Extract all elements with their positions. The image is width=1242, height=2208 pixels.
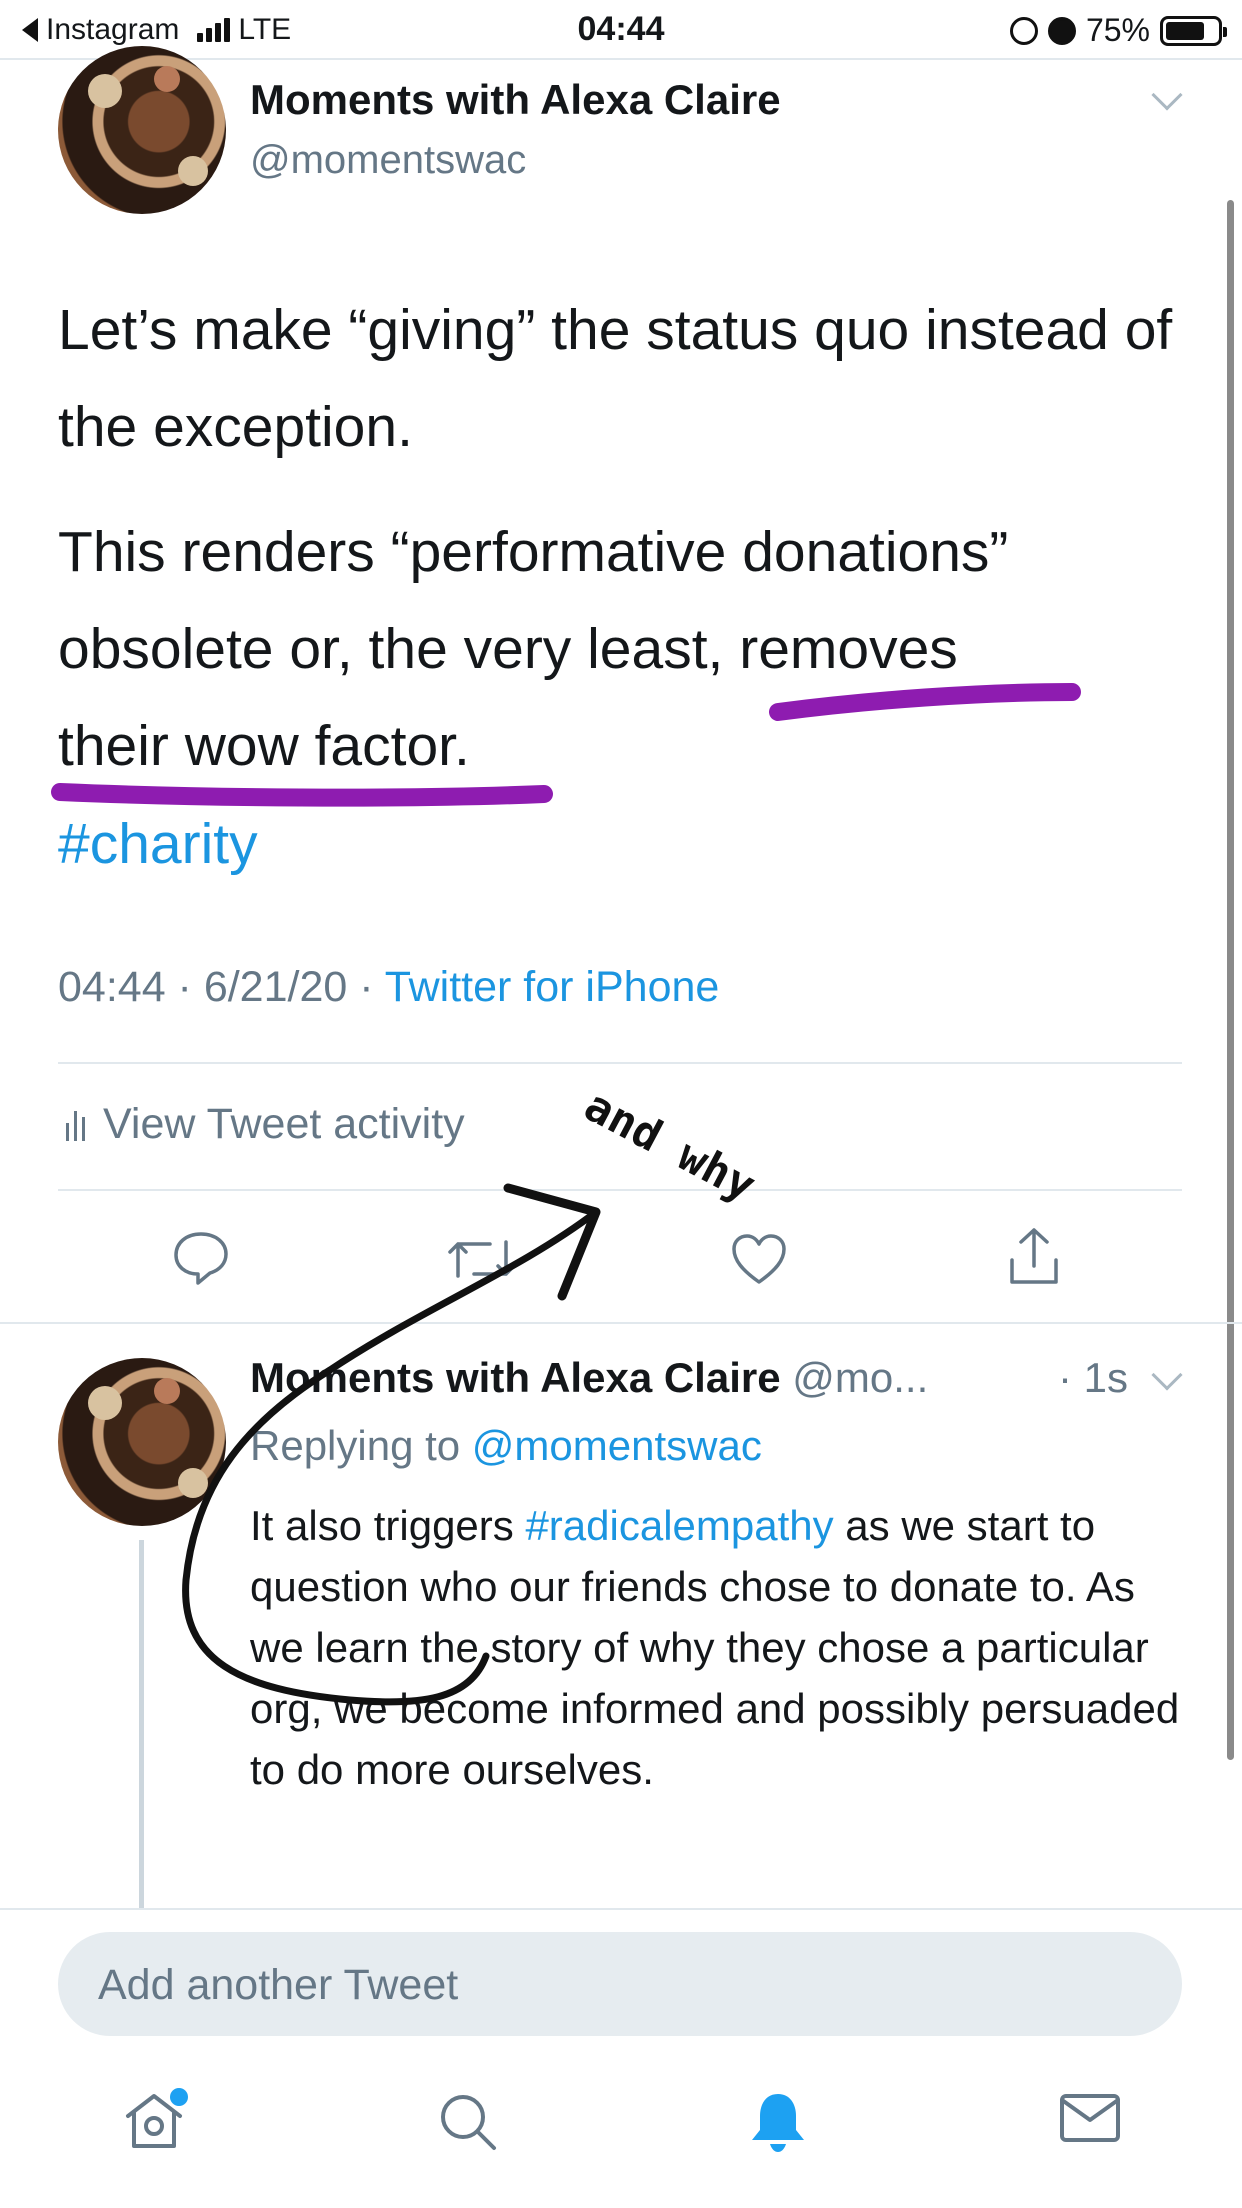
retweet-button[interactable] [446,1234,518,1284]
timestamp-text: 04:44 · 6/21/20 · [58,963,385,1011]
like-button[interactable] [730,1232,788,1286]
heart-icon [732,1234,786,1284]
tweet-separator [0,1322,1242,1324]
tab-messages[interactable] [1058,2090,1122,2151]
share-icon [1010,1228,1058,1284]
tweet-paragraph-2: This renders “performative donations” ob… [58,504,1198,795]
replying-to: Replying to @momentswac [250,1422,762,1470]
reply-text-start: It also triggers [250,1502,526,1549]
bell-icon [752,2094,804,2152]
share-button[interactable] [1006,1226,1062,1288]
arrow-head-icon [503,1183,601,1301]
source-link[interactable]: Twitter for iPhone [385,963,720,1011]
retweet-icon [448,1240,516,1278]
tweet-line: obsolete or, the very least, removes [58,617,958,681]
reply-author[interactable]: Moments with Alexa Claire @mo... [250,1354,928,1402]
hashtag-link[interactable]: #charity [58,796,1198,893]
reply-icon [174,1232,228,1285]
alarm-icon [1047,16,1076,45]
tweet-menu-chevron-icon[interactable] [1151,79,1183,111]
author-handle[interactable]: @momentswac [250,138,526,183]
replying-prefix: Replying to [250,1422,472,1469]
divider [58,1062,1182,1064]
add-another-tweet-input[interactable]: Add another Tweet [58,1932,1182,2036]
search-icon [441,2095,496,2150]
orientation-lock-icon [1009,16,1038,45]
avatar[interactable] [58,46,226,214]
reply-menu-chevron-icon[interactable] [1151,1359,1183,1391]
mail-icon [1060,2094,1120,2142]
reply-body: It also triggers #radicalempathy as we s… [250,1495,1200,1800]
activity-chart-icon [66,1109,85,1141]
thread-connector [139,1540,144,1910]
author-name[interactable]: Moments with Alexa Claire [250,76,781,124]
battery-percent: 75% [1085,12,1150,48]
reply-author-handle: @mo... [792,1354,929,1401]
reply-author-name: Moments with Alexa Claire [250,1354,781,1401]
new-content-dot [170,2088,188,2106]
divider [58,1189,1182,1191]
tab-search[interactable] [436,2090,500,2159]
radicalempathy-hashtag-link[interactable]: #radicalempathy [525,1502,833,1549]
view-tweet-activity-button[interactable]: View Tweet activity [66,1100,465,1149]
tweet-timestamp: 04:44 · 6/21/20 · Twitter for iPhone [58,963,719,1012]
reply-button[interactable] [172,1230,230,1286]
tweet-paragraph-1: Let’s make “giving” the status quo inste… [58,298,1173,459]
scrollbar[interactable] [1227,200,1234,1760]
tweet-line: their wow factor. [58,714,470,778]
avatar[interactable] [58,1358,226,1526]
battery-icon [1160,15,1227,46]
replying-to-handle-link[interactable]: @momentswac [472,1422,762,1469]
handwritten-note: and why [576,1080,764,1213]
tweet-line: This renders “performative donations” [58,520,1009,584]
activity-label: View Tweet activity [103,1100,465,1148]
reply-timestamp: · 1s [1058,1354,1129,1401]
tab-notifications[interactable] [746,2090,810,2161]
status-bar: Instagram LTE 04:44 75% [0,0,1242,60]
